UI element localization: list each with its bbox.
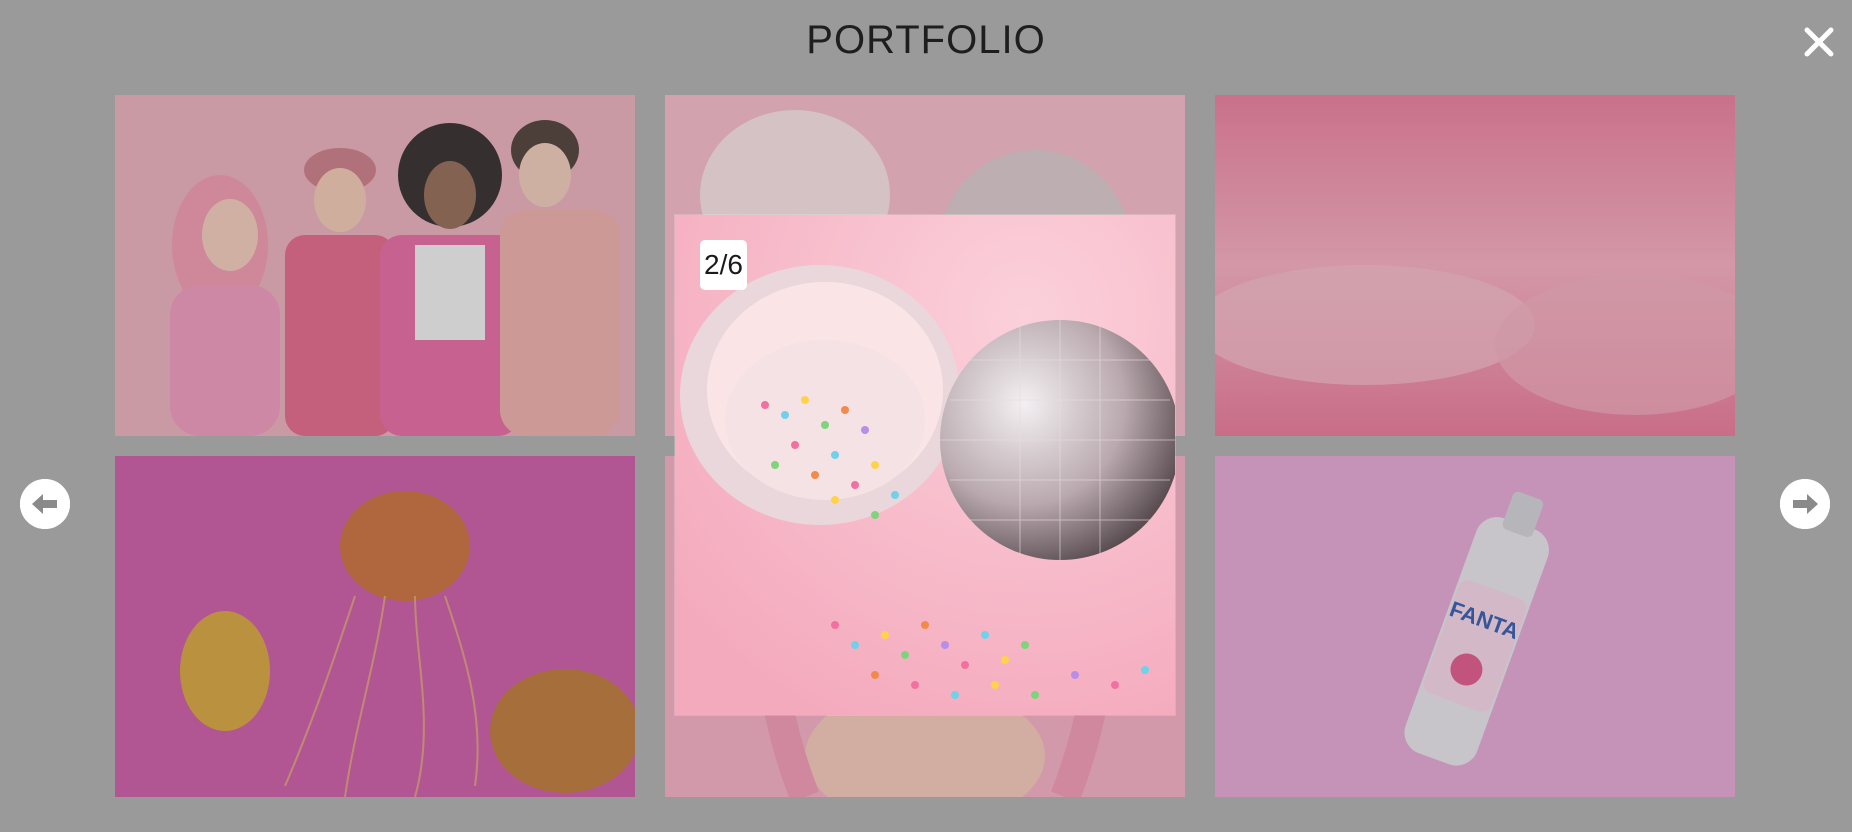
gallery-tile-jellyfish[interactable]	[115, 456, 635, 797]
image-counter: 2/6	[700, 240, 747, 290]
svg-text:FANTA: FANTA	[1446, 596, 1522, 644]
gallery-tile-people[interactable]	[115, 95, 635, 436]
gallery-tile-pink-fur[interactable]	[1215, 95, 1735, 436]
previous-button[interactable]	[20, 479, 70, 529]
page-title: PORTFOLIO	[806, 18, 1046, 62]
arrow-right-icon	[1780, 479, 1830, 529]
close-icon	[1804, 27, 1834, 57]
arrow-left-icon	[20, 479, 70, 529]
next-button[interactable]	[1780, 479, 1830, 529]
lightbox-image	[675, 215, 1175, 715]
gallery-tile-fanta-bottle[interactable]: FANTA	[1215, 456, 1735, 797]
close-button[interactable]	[1797, 20, 1841, 64]
